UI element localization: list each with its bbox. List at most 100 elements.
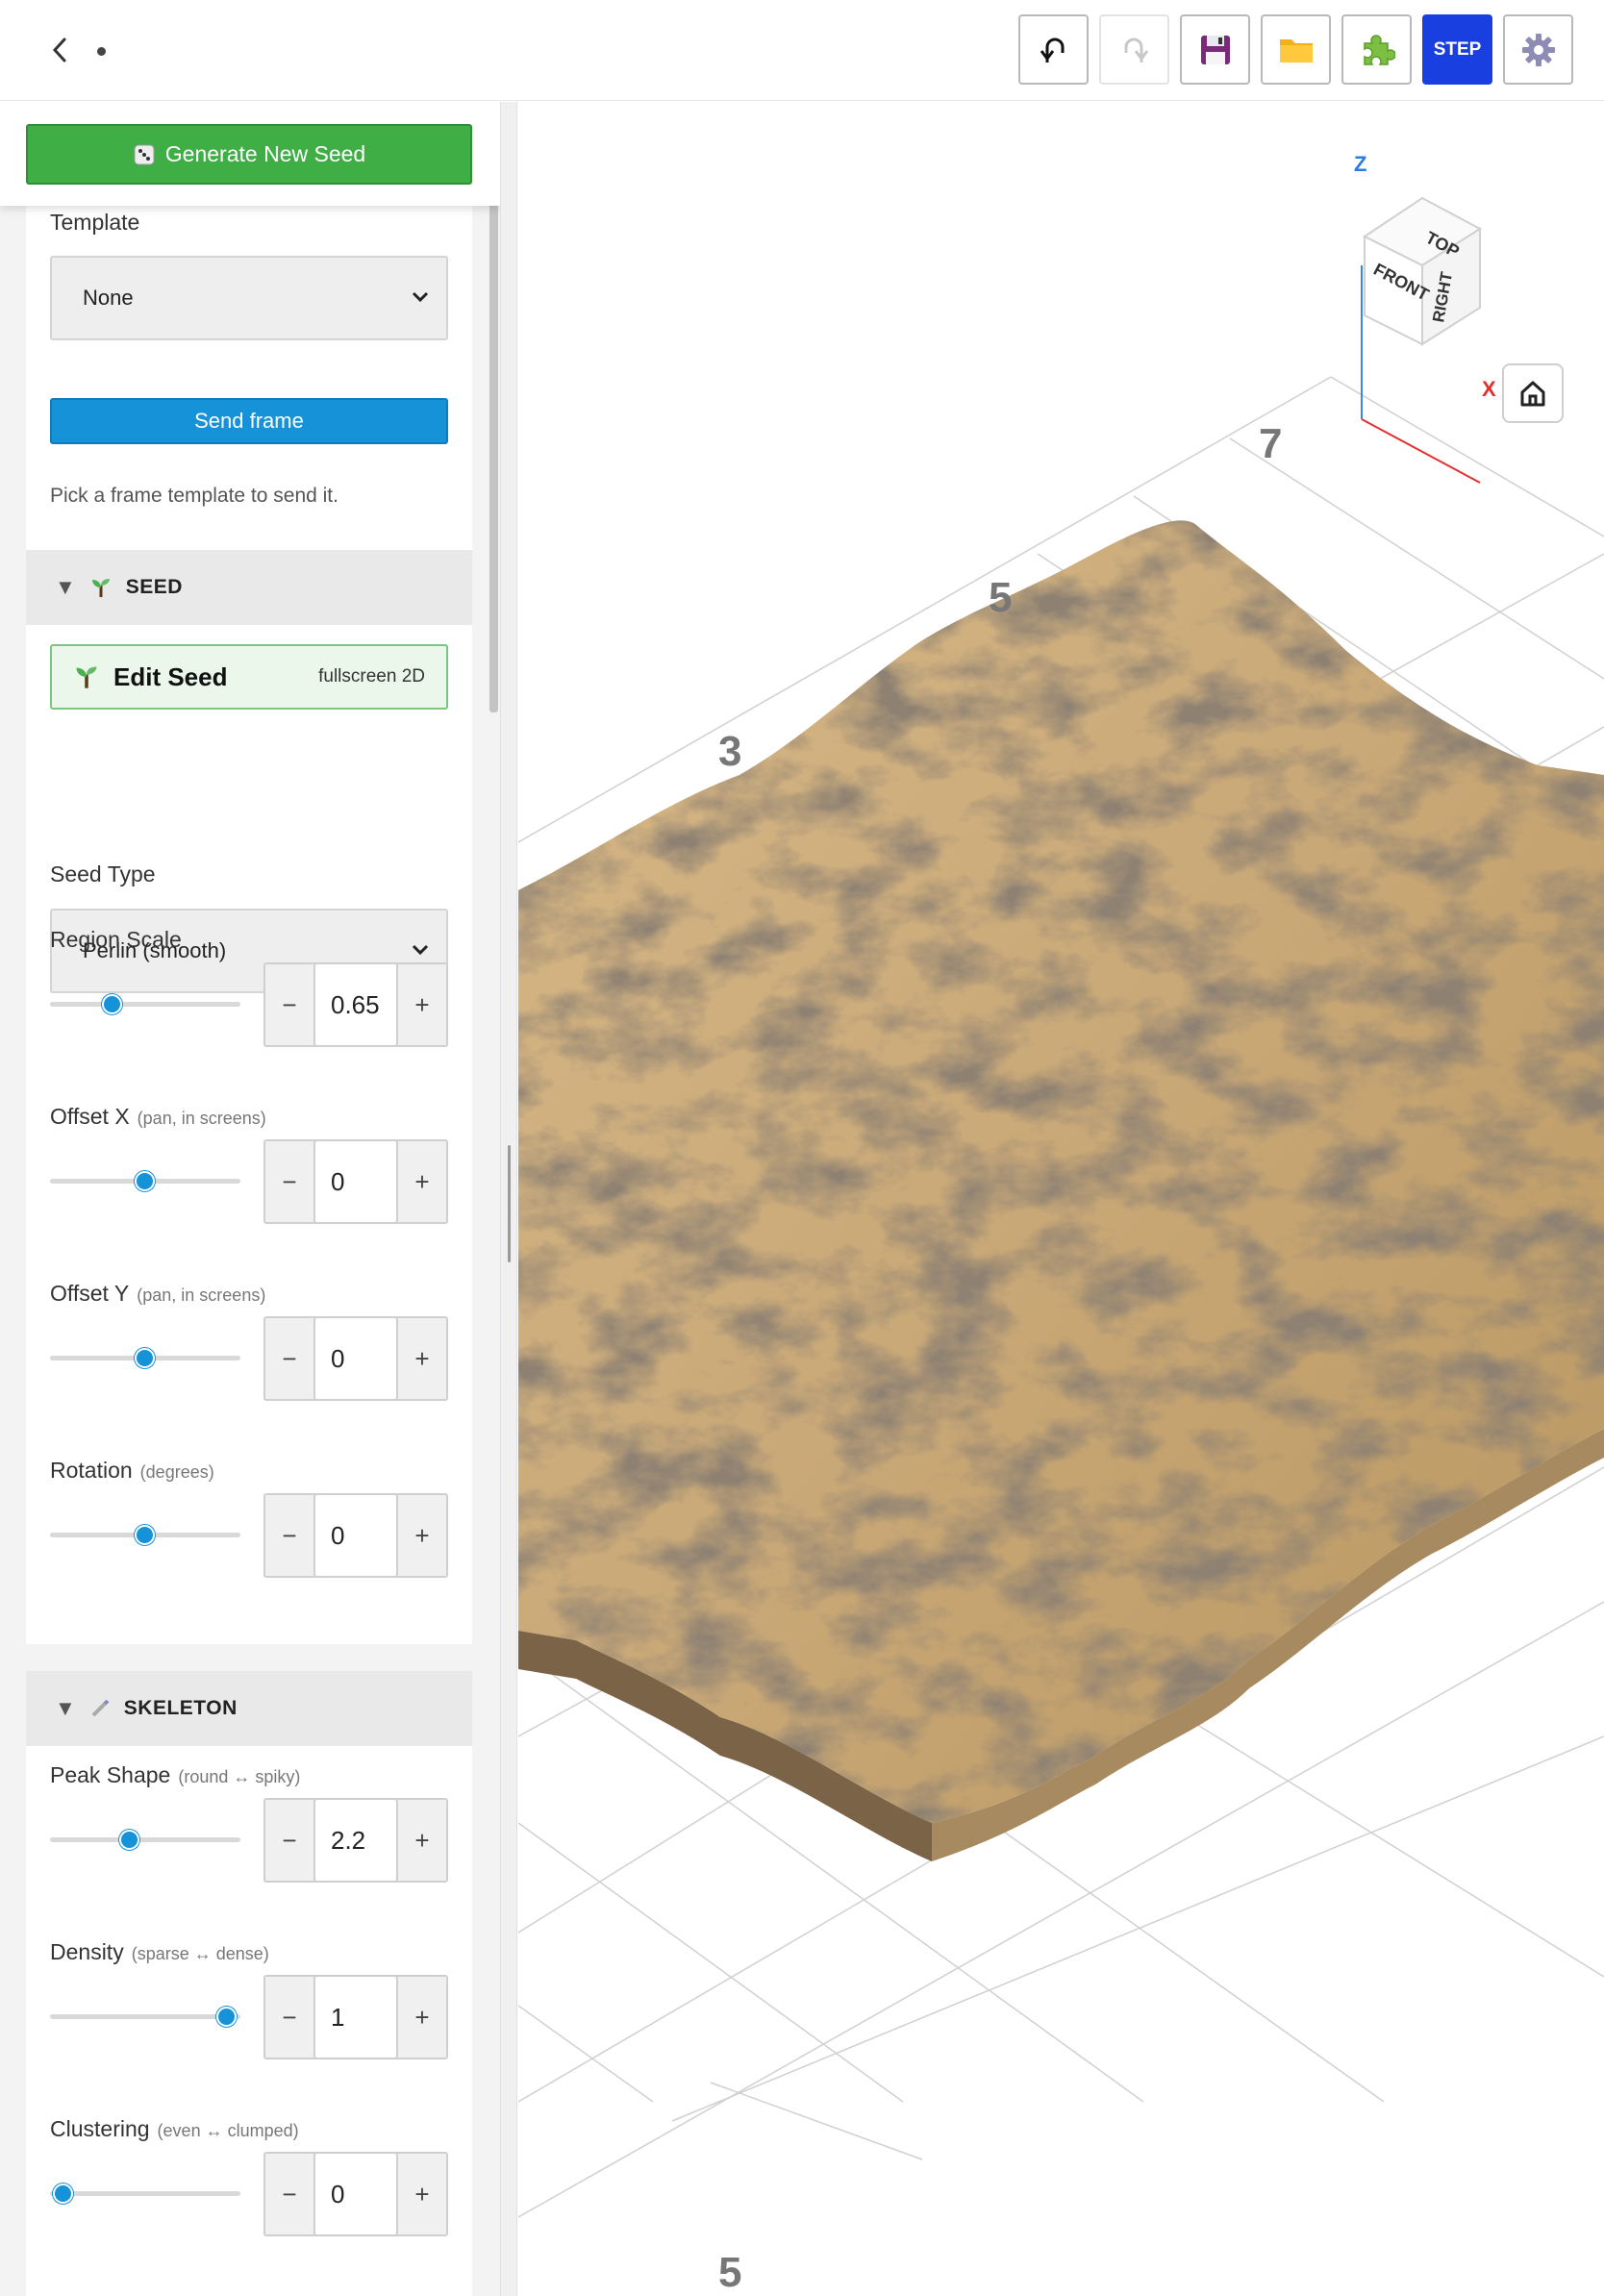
home-view-button[interactable] [1502,363,1564,423]
skeleton-section-title: SKELETON [123,1697,238,1719]
decrement-button[interactable]: − [265,2154,313,2234]
decrement-button[interactable]: − [265,1495,313,1576]
slider-thumb[interactable] [135,1348,155,1368]
increment-button[interactable]: + [398,1495,446,1576]
offset-y-value[interactable]: 0 [313,1316,398,1401]
collapse-triangle-icon: ▼ [55,575,76,599]
increment-button[interactable]: + [398,1141,446,1222]
terrain-scene[interactable]: 7 5 3 5 Z X TOP FRONT RIGHT [518,102,1604,2296]
panel-splitter[interactable] [500,102,517,2296]
slider-thumb[interactable] [135,1525,155,1545]
offset-y-stepper: −0 + [263,1316,448,1401]
peak-shape-stepper: −2.2 + [263,1798,448,1883]
view-cube-gizmo[interactable]: Z X TOP FRONT RIGHT [1354,152,1496,484]
slider-thumb[interactable] [135,1171,155,1191]
settings-button[interactable] [1503,14,1573,85]
density-hint: (sparse ↔ dense) [131,1944,269,1963]
top-toolbar: STEP [0,0,1604,101]
density-stepper: −1 + [263,1975,448,2059]
region-scale-value[interactable]: 0.65 [313,962,398,1047]
increment-button[interactable]: + [398,1800,446,1881]
slider-thumb[interactable] [119,1830,139,1850]
splitter-grip[interactable] [508,1145,511,1262]
collapse-triangle-icon: ▼ [55,1696,76,1720]
decrement-button[interactable]: − [265,964,313,1045]
template-value: None [83,286,134,310]
redo-icon [1124,37,1148,62]
region-scale-label-text: Region Scale [50,927,182,952]
template-label: Template [50,210,140,235]
density-label-text: Density [50,1939,124,1964]
decrement-button[interactable]: − [265,1800,313,1881]
clustering-value[interactable]: 0 [313,2152,398,2236]
offset-x-slider[interactable] [50,1167,240,1194]
step-button[interactable]: STEP [1422,14,1492,85]
redo-button[interactable] [1099,14,1169,85]
save-button[interactable] [1180,14,1250,85]
edit-seed-button[interactable]: Edit Seed fullscreen 2D [50,644,448,710]
density-slider[interactable] [50,2003,240,2030]
rotation-label: Rotation (degrees) [50,1458,214,1484]
generate-seed-button[interactable]: Generate New Seed [26,124,472,185]
decrement-button[interactable]: − [265,1977,313,2058]
region-scale-slider[interactable] [50,990,240,1017]
sidebar-scrollbar[interactable] [489,203,498,712]
slider-thumb[interactable] [216,2007,237,2027]
open-button[interactable] [1261,14,1331,85]
plugins-button[interactable] [1341,14,1412,85]
grid-label: 5 [718,2249,741,2296]
clustering-label-text: Clustering [50,2116,150,2141]
edit-seed-label: Edit Seed [113,661,228,691]
clustering-slider[interactable] [50,2180,240,2207]
slider-thumb[interactable] [53,2184,73,2204]
gear-icon [1521,33,1555,66]
peak-shape-value[interactable]: 2.2 [313,1798,398,1883]
peak-shape-label-text: Peak Shape [50,1762,171,1787]
peak-shape-slider[interactable] [50,1826,240,1853]
z-axis-label: Z [1354,152,1366,176]
offset-y-label: Offset Y (pan, in screens) [50,1281,265,1307]
offset-x-value[interactable]: 0 [313,1139,398,1224]
slider-track [50,1002,240,1007]
send-frame-button[interactable]: Send frame [50,398,448,444]
grid-label: 7 [1259,420,1282,467]
increment-button[interactable]: + [398,964,446,1045]
undo-button[interactable] [1018,14,1089,85]
increment-button[interactable]: + [398,1318,446,1399]
slider-thumb[interactable] [102,994,122,1014]
offset-x-label: Offset X (pan, in screens) [50,1104,266,1130]
edit-seed-sub: fullscreen 2D [318,666,425,686]
slider-track [50,2014,240,2019]
decrement-button[interactable]: − [265,1141,313,1222]
rotation-stepper: −0 + [263,1493,448,1578]
3d-viewport[interactable]: 7 5 3 5 Z X TOP FRONT RIGHT [518,102,1604,2296]
puzzle-icon [1363,34,1395,65]
clustering-stepper: −0 + [263,2152,448,2236]
peak-shape-label: Peak Shape (round ↔ spiky) [50,1762,300,1788]
folder-icon [1279,38,1313,62]
template-select[interactable]: None [50,256,448,340]
offset-y-label-text: Offset Y [50,1281,130,1306]
rotation-value[interactable]: 0 [313,1493,398,1578]
chevron-down-icon [412,291,429,303]
offset-x-label-text: Offset X [50,1104,130,1129]
generate-seed-label: Generate New Seed [164,141,366,166]
back-button[interactable] [40,29,79,71]
seed-card: Edit Seed fullscreen 2D Seed Type Perlin… [26,625,472,1644]
skeleton-section-header[interactable]: ▼ SKELETON [26,1671,472,1746]
seed-section-title: SEED [125,576,183,598]
template-hint: Pick a frame template to send it. [50,485,338,507]
seed-type-label: Seed Type [50,861,156,886]
chevron-down-icon [412,944,429,956]
offset-y-slider[interactable] [50,1344,240,1371]
density-value[interactable]: 1 [313,1975,398,2059]
rotation-hint: (degrees) [139,1462,214,1482]
decrement-button[interactable]: − [265,1318,313,1399]
offset-y-hint: (pan, in screens) [137,1285,266,1305]
increment-button[interactable]: + [398,2154,446,2234]
seed-section-header[interactable]: ▼ SEED [26,550,472,625]
increment-button[interactable]: + [398,1977,446,2058]
grid-label: 3 [718,728,741,775]
clustering-label: Clustering (even ↔ clumped) [50,2116,299,2142]
rotation-slider[interactable] [50,1521,240,1548]
